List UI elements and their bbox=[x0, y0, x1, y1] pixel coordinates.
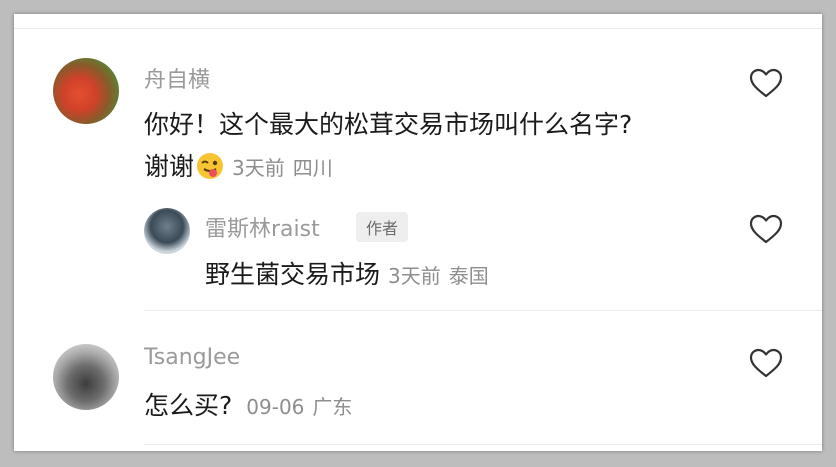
avatar[interactable] bbox=[144, 208, 190, 254]
reply-text-line: 野生菌交易市场 3天前 泰国 bbox=[205, 255, 489, 291]
avatar[interactable] bbox=[53, 58, 119, 124]
winking-face-with-tongue-emoji bbox=[197, 153, 224, 179]
comment-text-line2: 谢谢 3天前 四川 bbox=[144, 147, 333, 183]
divider bbox=[144, 310, 822, 311]
avatar[interactable] bbox=[53, 344, 119, 410]
comment-text-continuation: 谢谢 bbox=[144, 152, 195, 181]
comment-list: 舟自横 你好！这个最大的松茸交易市场叫什么名字? 谢谢 3天前 四川 雷斯林rai… bbox=[14, 14, 822, 451]
comment-username[interactable]: TsangJee bbox=[144, 345, 240, 370]
comment-time: 09-06 bbox=[246, 395, 305, 419]
heart-outline-icon[interactable] bbox=[749, 214, 783, 244]
top-divider bbox=[14, 28, 822, 29]
heart-outline-icon[interactable] bbox=[749, 68, 783, 98]
reply-time: 3天前 bbox=[388, 264, 441, 288]
comment-location: 广东 bbox=[312, 395, 353, 419]
reply-username[interactable]: 雷斯林raist bbox=[205, 211, 320, 243]
comment-time: 3天前 bbox=[232, 156, 285, 180]
comment-text-line: 怎么买? 09-06 广东 bbox=[144, 386, 352, 422]
comment-text: 你好！这个最大的松茸交易市场叫什么名字? bbox=[144, 110, 633, 139]
divider bbox=[144, 444, 822, 445]
comment-location: 四川 bbox=[292, 156, 333, 180]
author-badge: 作者 bbox=[356, 212, 409, 242]
comment-text: 怎么买? bbox=[144, 391, 233, 420]
heart-outline-icon[interactable] bbox=[749, 348, 783, 378]
reply-text: 野生菌交易市场 bbox=[205, 260, 381, 289]
comment-username[interactable]: 舟自横 bbox=[144, 62, 210, 94]
reply-location: 泰国 bbox=[448, 264, 489, 288]
